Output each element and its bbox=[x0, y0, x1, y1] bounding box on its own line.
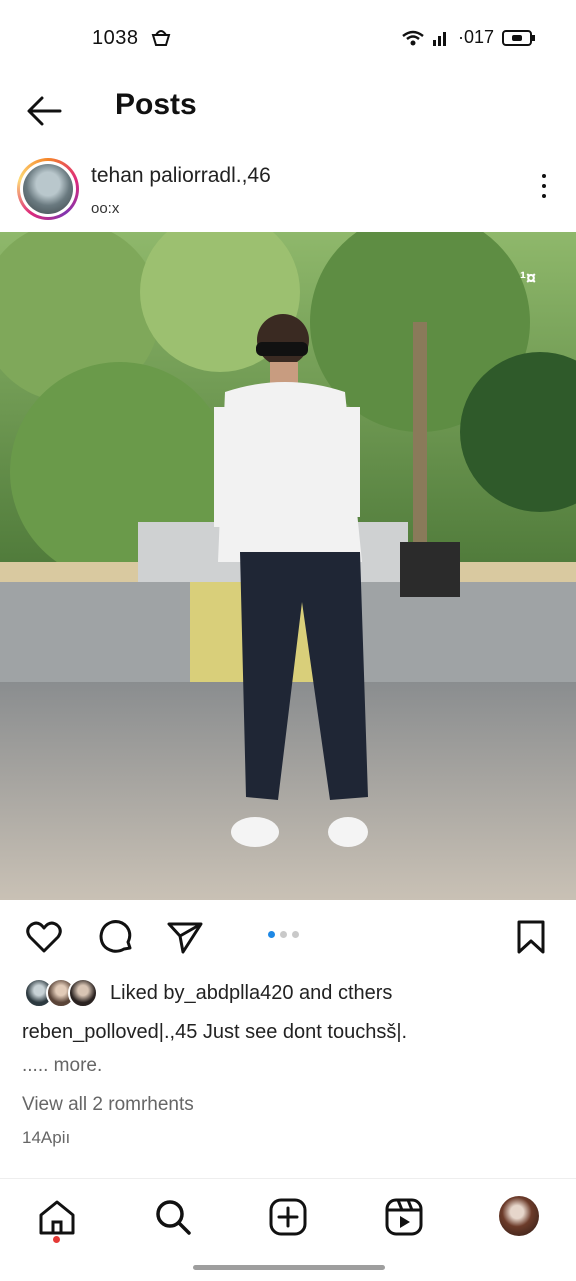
status-icons: ·017 bbox=[402, 27, 536, 48]
profile-avatar[interactable] bbox=[499, 1196, 539, 1236]
liker-avatar bbox=[68, 978, 98, 1008]
notification-icon bbox=[151, 30, 171, 46]
carousel-badge: ¹¤ bbox=[519, 268, 536, 288]
post-actions bbox=[0, 900, 576, 972]
post-date: 14Apiı bbox=[22, 1128, 71, 1147]
post-username[interactable]: tehan paliorradl.,46 bbox=[91, 164, 271, 188]
heart-icon[interactable] bbox=[25, 918, 63, 956]
post-image[interactable] bbox=[0, 232, 576, 900]
view-comments-link[interactable]: View all 2 romrhents bbox=[22, 1094, 194, 1116]
home-icon[interactable] bbox=[37, 1197, 77, 1237]
reels-icon[interactable] bbox=[384, 1197, 424, 1237]
caption-more-link[interactable]: ..... more. bbox=[22, 1055, 102, 1077]
author-avatar[interactable] bbox=[17, 158, 79, 220]
send-icon[interactable] bbox=[166, 918, 204, 956]
create-icon[interactable] bbox=[268, 1197, 308, 1237]
post-caption: reben_polloved|.,45 Just see dont touchs… bbox=[22, 1021, 408, 1043]
signal-icon bbox=[432, 31, 446, 46]
post-header: tehan paliorradl.,46 oo:x bbox=[0, 150, 576, 232]
home-indicator[interactable] bbox=[193, 1265, 385, 1270]
carousel-indicator bbox=[268, 931, 299, 938]
more-vertical-icon[interactable] bbox=[540, 174, 548, 204]
battery-icon bbox=[502, 29, 535, 46]
wifi-icon bbox=[402, 30, 424, 45]
notification-dot bbox=[53, 1236, 60, 1243]
bookmark-icon[interactable] bbox=[512, 918, 550, 956]
comment-icon[interactable] bbox=[97, 918, 135, 956]
post-subline: oo:x bbox=[91, 200, 120, 217]
status-text: ·017 bbox=[457, 27, 494, 47]
search-icon[interactable] bbox=[153, 1197, 193, 1237]
status-time: 1038 bbox=[92, 27, 139, 49]
likes-row[interactable]: Liked by_abdplla420 and cthers bbox=[24, 978, 392, 1008]
arrow-left-icon[interactable] bbox=[24, 90, 66, 132]
likes-text: Liked by_abdplla420 and cthers bbox=[110, 981, 393, 1004]
page-title: Posts bbox=[115, 88, 197, 121]
posts-header: Posts bbox=[0, 78, 576, 150]
status-bar: 1038 ·017 bbox=[0, 0, 576, 78]
bottom-navigation bbox=[0, 1178, 576, 1281]
